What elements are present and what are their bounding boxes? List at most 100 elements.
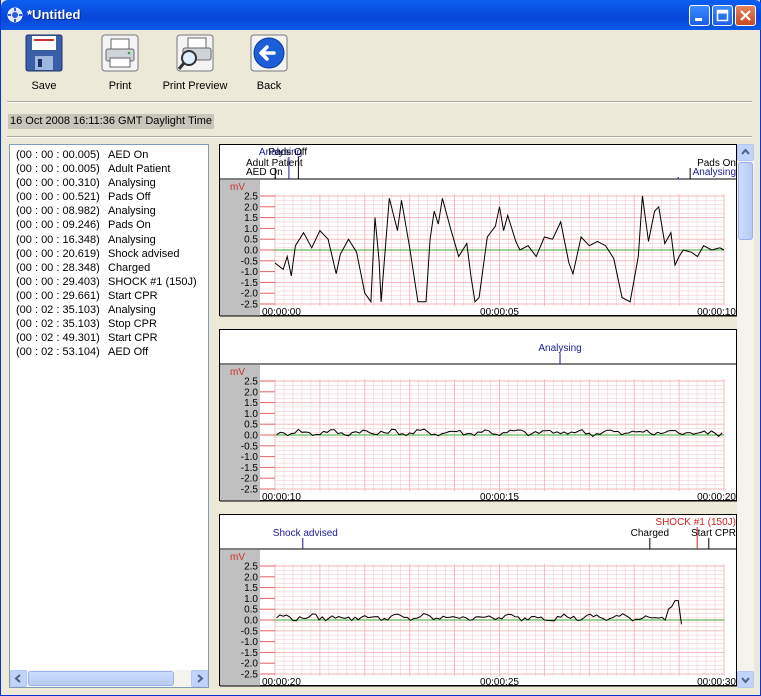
event-time: (00 : 00 : 09.246): [16, 219, 100, 232]
event-time: (00 : 00 : 00.310): [16, 177, 100, 190]
y-tick-label: -1.0: [241, 452, 259, 463]
event-time: (00 : 00 : 08.982): [16, 205, 100, 218]
scroll-right-button[interactable]: [191, 670, 208, 687]
ecg-strip-2: mV 2.5 2.0 1.5 1.0 0.5 0.0 -0.5 -1.0 -1.5 -2.0 -2.5…: [219, 329, 738, 502]
y-tick-label: 0.0: [244, 616, 258, 627]
event-list-item[interactable]: (00 : 02 : 35.103) Stop CPR: [16, 317, 208, 331]
event-list-item[interactable]: (00 : 00 : 28.348) Charged: [16, 261, 208, 275]
back-arrow-icon: [250, 34, 288, 72]
y-tick-label: -2.0: [241, 474, 259, 485]
y-tick-label: 0.5: [244, 235, 258, 246]
event-time: (00 : 00 : 00.521): [16, 191, 100, 204]
charts-vertical-scrollbar[interactable]: [737, 144, 754, 688]
printer-icon: [101, 34, 139, 72]
ecg-charts-panel[interactable]: mV 2.5 2.0 1.5 1.0 0.5 0.0 -0.5 -1.0 -1.5 -2.0 -2.5…: [218, 144, 754, 688]
y-tick-label: -0.5: [241, 441, 259, 452]
event-label: Shock advised: [108, 247, 180, 260]
event-list-item[interactable]: (00 : 00 : 16.348) Analysing: [16, 233, 208, 247]
event-label: Analysing: [108, 177, 156, 190]
y-tick-label: -0.5: [241, 626, 259, 637]
y-tick-label: 2.0: [244, 572, 258, 583]
event-time: (00 : 02 : 35.103): [16, 318, 100, 331]
print-preview-button[interactable]: Print Preview: [159, 34, 231, 98]
event-list-item[interactable]: (00 : 02 : 53.104) AED Off: [16, 345, 208, 359]
event-list: (00 : 00 : 00.005) AED On (00 : 00 : 00.00…: [10, 145, 208, 359]
app-window: *Untitled Save Print Print Preview Back …: [0, 0, 761, 696]
y-tick-label: 2.0: [244, 387, 258, 398]
header-divider: [7, 136, 752, 138]
y-tick-label: 0.0: [244, 246, 258, 257]
event-list-item[interactable]: (00 : 02 : 35.103) Analysing: [16, 303, 208, 317]
print-label: Print: [108, 80, 132, 92]
y-tick-label: 1.0: [244, 594, 258, 605]
event-time: (00 : 00 : 00.005): [16, 149, 100, 161]
scroll-up-arrow-icon: [741, 148, 750, 155]
event-annotation-label: Pads On: [697, 158, 736, 169]
y-tick-label: 1.5: [244, 398, 258, 409]
y-tick-label: -2.0: [241, 289, 259, 300]
event-label: Start CPR: [108, 289, 158, 302]
event-label: Stop CPR: [108, 318, 157, 331]
event-list-item[interactable]: (00 : 00 : 29.403) SHOCK #1 (150J): [16, 275, 208, 289]
y-tick-label: -2.0: [241, 659, 259, 670]
y-tick-label: 0.0: [244, 431, 258, 442]
horizontal-scroll-thumb[interactable]: [28, 671, 174, 686]
event-time: (00 : 00 : 00.005): [16, 163, 100, 176]
scroll-down-button[interactable]: [737, 671, 754, 688]
event-time: (00 : 02 : 49.301): [16, 332, 100, 345]
toolbar-divider: [7, 101, 752, 103]
event-list-item[interactable]: (00 : 00 : 00.005) Adult Patient: [16, 162, 208, 176]
event-label: AED On: [108, 149, 149, 161]
ecg-strip-1: mV 2.5 2.0 1.5 1.0 0.5 0.0 -0.5 -1.0 -1.5 -2.0 -2.5…: [219, 144, 738, 317]
event-list-item[interactable]: (00 : 00 : 08.982) Analysing: [16, 204, 208, 218]
event-time: (00 : 00 : 16.348): [16, 233, 100, 246]
close-button[interactable]: [735, 5, 756, 26]
event-time: (00 : 02 : 35.103): [16, 304, 100, 317]
event-list-horizontal-scrollbar[interactable]: [10, 670, 208, 687]
print-button[interactable]: Print: [97, 34, 143, 98]
y-tick-label: 1.0: [244, 409, 258, 420]
scroll-up-button[interactable]: [737, 144, 754, 161]
scroll-right-arrow-icon: [197, 674, 204, 683]
event-annotation-label: Adult Patient: [246, 158, 303, 169]
scroll-left-button[interactable]: [10, 670, 27, 687]
title-bar[interactable]: *Untitled: [1, 0, 761, 30]
y-tick-label: -1.0: [241, 637, 259, 648]
event-label: Analysing: [108, 304, 156, 317]
y-tick-label: 1.5: [244, 213, 258, 224]
event-label: Start CPR: [108, 332, 158, 345]
event-label: Analysing: [108, 233, 156, 246]
event-label: Analysing: [108, 205, 156, 218]
back-button[interactable]: Back: [247, 34, 291, 98]
vertical-scroll-thumb[interactable]: [738, 162, 753, 240]
y-tick-label: 2.0: [244, 202, 258, 213]
y-tick-label: 0.5: [244, 605, 258, 616]
print-preview-icon: [176, 34, 214, 72]
minimize-icon: [695, 18, 702, 21]
event-list-item[interactable]: (00 : 00 : 29.661) Start CPR: [16, 289, 208, 303]
y-tick-label: 1.5: [244, 583, 258, 594]
event-list-item[interactable]: (00 : 00 : 00.521) Pads Off: [16, 190, 208, 204]
event-list-item[interactable]: (00 : 00 : 00.310) Analysing: [16, 176, 208, 190]
back-label: Back: [256, 80, 282, 92]
save-label: Save: [31, 80, 57, 92]
scroll-left-arrow-icon: [14, 674, 21, 683]
event-list-item[interactable]: (00 : 00 : 00.005) AED On: [16, 148, 208, 162]
event-annotation-label: SHOCK #1 (150J): [655, 517, 736, 528]
event-list-item[interactable]: (00 : 00 : 09.246) Pads On: [16, 218, 208, 232]
save-button[interactable]: Save: [21, 34, 67, 98]
app-icon: [7, 7, 23, 23]
minimize-button[interactable]: [689, 5, 710, 26]
y-tick-label: -0.5: [241, 256, 259, 267]
maximize-button[interactable]: [712, 5, 733, 26]
floppy-disk-icon: [25, 34, 63, 72]
event-time: (00 : 00 : 28.348): [16, 261, 100, 274]
print-preview-label: Print Preview: [162, 80, 228, 92]
y-tick-label: -1.5: [241, 648, 259, 659]
event-annotation-label: Pads Off: [268, 147, 307, 158]
maximize-icon: [716, 9, 729, 22]
event-list-item[interactable]: (00 : 02 : 49.301) Start CPR: [16, 331, 208, 345]
event-list-item[interactable]: (00 : 00 : 20.619) Shock advised: [16, 247, 208, 261]
y-tick-label: -2.5: [241, 300, 259, 311]
event-list-panel[interactable]: (00 : 00 : 00.005) AED On (00 : 00 : 00.00…: [9, 144, 209, 688]
